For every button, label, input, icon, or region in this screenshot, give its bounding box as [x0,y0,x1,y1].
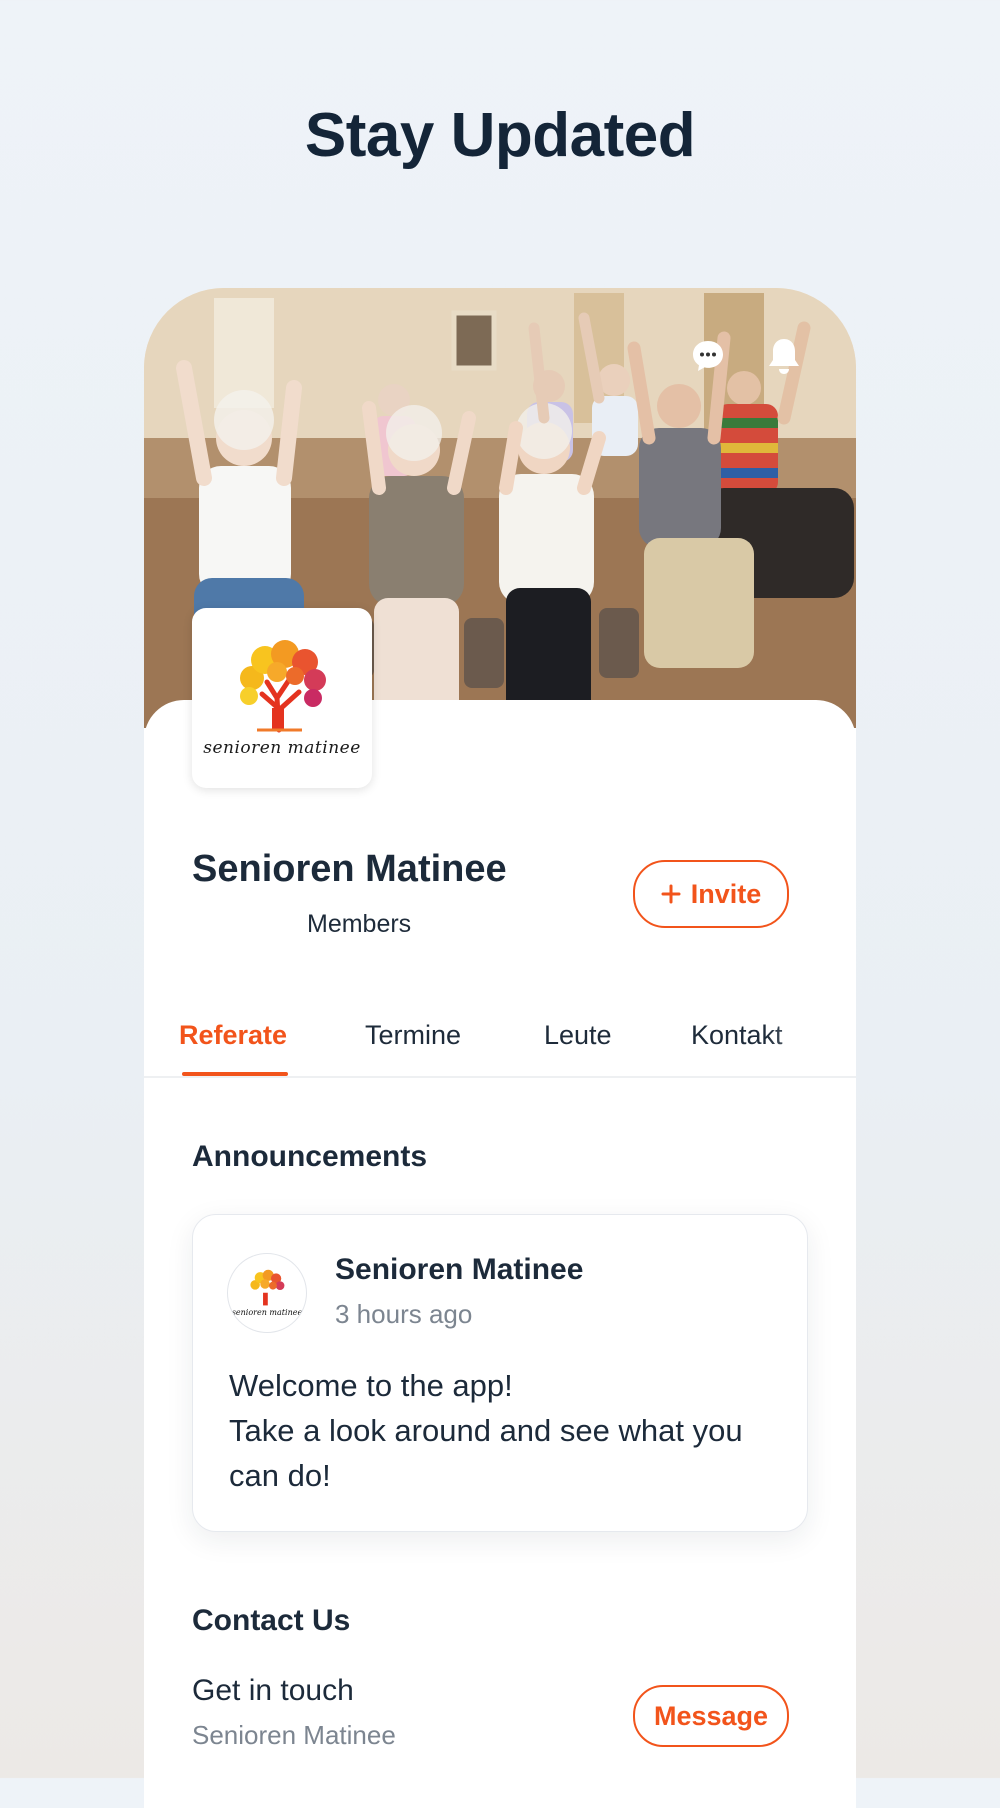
members-label[interactable]: Members [307,910,411,939]
tree-logo-icon [250,1269,285,1306]
tab-scroll-fade [766,1008,856,1074]
message-button[interactable]: Message [633,1685,789,1747]
avatar: senioren matinee [227,1253,307,1333]
post-author: Senioren Matinee [335,1253,584,1286]
announcement-card[interactable]: senioren matinee Senioren Matinee 3 hour… [192,1214,808,1532]
plus-icon [661,884,681,904]
tab-referate[interactable]: Referate [179,1020,287,1051]
group-name: Senioren Matinee [192,848,507,890]
contact-title: Contact Us [192,1604,351,1637]
tree-logo-icon [240,640,326,733]
group-logo: senioren matinee [192,608,372,788]
tab-leute[interactable]: Leute [544,1020,612,1051]
logo-wordmark: senioren matinee [203,738,361,758]
post-body: Welcome to the app! Take a look around a… [229,1368,743,1493]
post-timestamp: 3 hours ago [335,1299,473,1329]
active-tab-indicator [182,1072,288,1076]
chat-bubble-icon[interactable] [688,336,728,376]
invite-label: Invite [690,878,762,909]
contact-subtitle: Senioren Matinee [192,1720,396,1750]
tab-termine[interactable]: Termine [365,1020,461,1051]
tab-bar: Referate Termine Leute Kontakt [144,1008,856,1078]
announcements-title: Announcements [192,1140,428,1173]
headline: Stay Updated [304,101,696,170]
bell-icon[interactable] [764,336,804,376]
avatar-wordmark: senioren matinee [231,1308,303,1317]
contact-heading: Get in touch [192,1674,354,1707]
phone-frame: senioren matinee Senioren Matinee Member… [144,288,856,1808]
invite-button[interactable]: Invite [633,860,789,928]
